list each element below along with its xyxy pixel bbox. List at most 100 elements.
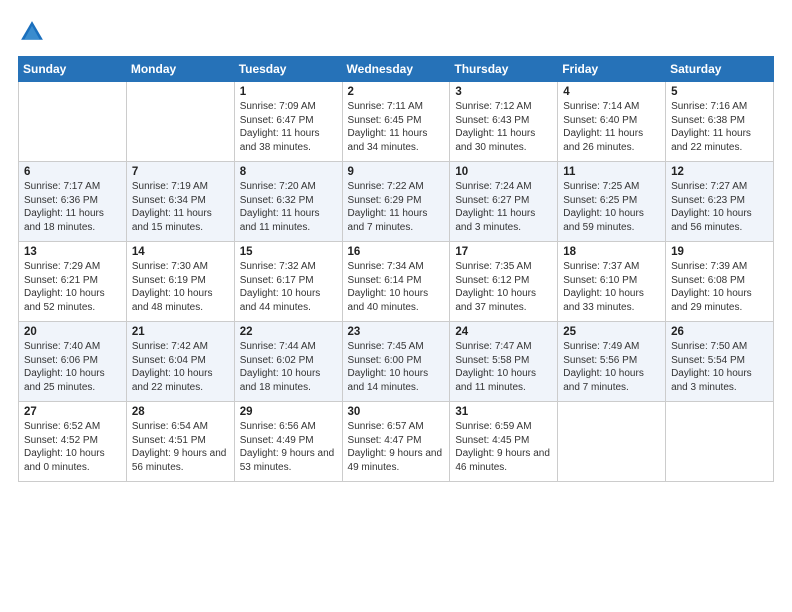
day-info: Sunrise: 7:14 AM Sunset: 6:40 PM Dayligh… [563, 100, 660, 154]
calendar-cell: 23 Sunrise: 7:45 AM Sunset: 6:00 PM Dayli… [342, 322, 450, 402]
day-info: Sunrise: 7:34 AM Sunset: 6:14 PM Dayligh… [348, 260, 445, 314]
day-info: Sunrise: 7:24 AM Sunset: 6:27 PM Dayligh… [455, 180, 552, 234]
day-number: 14 [132, 246, 229, 258]
day-info: Sunrise: 6:54 AM Sunset: 4:51 PM Dayligh… [132, 420, 229, 474]
calendar-cell: 9Sunrise: 7:22 AM Sunset: 6:29 PM Daylig… [342, 162, 450, 242]
day-info: Sunrise: 7:09 AM Sunset: 6:47 PM Dayligh… [240, 100, 337, 154]
day-number: 9 [348, 166, 445, 178]
calendar-cell: 24 Sunrise: 7:47 AM Sunset: 5:58 PM Dayli… [450, 322, 558, 402]
calendar-cell: 30 Sunrise: 6:57 AM Sunset: 4:47 PM Dayli… [342, 402, 450, 482]
calendar-cell: 11 Sunrise: 7:25 AM Sunset: 6:25 PM Dayli… [558, 162, 666, 242]
day-info: Sunrise: 7:44 AM Sunset: 6:02 PM Dayligh… [240, 340, 337, 394]
day-info: Sunrise: 7:40 AM Sunset: 6:06 PM Dayligh… [24, 340, 121, 394]
day-number: 8 [240, 166, 337, 178]
calendar-cell: 15 Sunrise: 7:32 AM Sunset: 6:17 PM Dayli… [234, 242, 342, 322]
day-number: 5 [671, 86, 768, 98]
calendar-cell: 14 Sunrise: 7:30 AM Sunset: 6:19 PM Dayli… [126, 242, 234, 322]
day-number: 20 [24, 326, 121, 338]
calendar-week-row: 6Sunrise: 7:17 AM Sunset: 6:36 PM Daylig… [19, 162, 774, 242]
day-info: Sunrise: 6:56 AM Sunset: 4:49 PM Dayligh… [240, 420, 337, 474]
calendar-cell: 10 Sunrise: 7:24 AM Sunset: 6:27 PM Dayli… [450, 162, 558, 242]
calendar-cell: 13 Sunrise: 7:29 AM Sunset: 6:21 PM Dayli… [19, 242, 127, 322]
calendar-cell: 12 Sunrise: 7:27 AM Sunset: 6:23 PM Dayli… [666, 162, 774, 242]
day-number: 25 [563, 326, 660, 338]
calendar-cell [558, 402, 666, 482]
logo-icon [18, 18, 46, 46]
day-number: 26 [671, 326, 768, 338]
day-number: 30 [348, 406, 445, 418]
day-number: 13 [24, 246, 121, 258]
day-info: Sunrise: 7:29 AM Sunset: 6:21 PM Dayligh… [24, 260, 121, 314]
weekday-header-friday: Friday [558, 57, 666, 82]
calendar-cell: 8 Sunrise: 7:20 AM Sunset: 6:32 PM Daylig… [234, 162, 342, 242]
day-info: Sunrise: 7:11 AM Sunset: 6:45 PM Dayligh… [348, 100, 445, 154]
day-info: Sunrise: 7:49 AM Sunset: 5:56 PM Dayligh… [563, 340, 660, 394]
calendar-week-row: 13 Sunrise: 7:29 AM Sunset: 6:21 PM Dayli… [19, 242, 774, 322]
calendar-cell: 6Sunrise: 7:17 AM Sunset: 6:36 PM Daylig… [19, 162, 127, 242]
day-number: 19 [671, 246, 768, 258]
day-info: Sunrise: 7:42 AM Sunset: 6:04 PM Dayligh… [132, 340, 229, 394]
calendar-cell: 21 Sunrise: 7:42 AM Sunset: 6:04 PM Dayli… [126, 322, 234, 402]
day-info: Sunrise: 6:59 AM Sunset: 4:45 PM Dayligh… [455, 420, 552, 474]
calendar-cell [126, 82, 234, 162]
calendar-cell: 1Sunrise: 7:09 AM Sunset: 6:47 PM Daylig… [234, 82, 342, 162]
day-number: 16 [348, 246, 445, 258]
calendar-cell: 31 Sunrise: 6:59 AM Sunset: 4:45 PM Dayli… [450, 402, 558, 482]
header [18, 18, 774, 46]
day-info: Sunrise: 7:39 AM Sunset: 6:08 PM Dayligh… [671, 260, 768, 314]
day-info: Sunrise: 7:37 AM Sunset: 6:10 PM Dayligh… [563, 260, 660, 314]
weekday-header-thursday: Thursday [450, 57, 558, 82]
calendar-cell: 22 Sunrise: 7:44 AM Sunset: 6:02 PM Dayli… [234, 322, 342, 402]
weekday-header-wednesday: Wednesday [342, 57, 450, 82]
calendar-week-row: 1Sunrise: 7:09 AM Sunset: 6:47 PM Daylig… [19, 82, 774, 162]
weekday-header-sunday: Sunday [19, 57, 127, 82]
calendar-cell: 5 Sunrise: 7:16 AM Sunset: 6:38 PM Daylig… [666, 82, 774, 162]
day-info: Sunrise: 7:30 AM Sunset: 6:19 PM Dayligh… [132, 260, 229, 314]
day-number: 3 [455, 86, 552, 98]
day-info: Sunrise: 7:32 AM Sunset: 6:17 PM Dayligh… [240, 260, 337, 314]
page: SundayMondayTuesdayWednesdayThursdayFrid… [0, 0, 792, 612]
calendar-week-row: 20 Sunrise: 7:40 AM Sunset: 6:06 PM Dayli… [19, 322, 774, 402]
calendar-week-row: 27Sunrise: 6:52 AM Sunset: 4:52 PM Dayli… [19, 402, 774, 482]
calendar-cell: 18Sunrise: 7:37 AM Sunset: 6:10 PM Dayli… [558, 242, 666, 322]
day-number: 27 [24, 406, 121, 418]
day-number: 31 [455, 406, 552, 418]
day-info: Sunrise: 7:17 AM Sunset: 6:36 PM Dayligh… [24, 180, 121, 234]
day-number: 10 [455, 166, 552, 178]
day-info: Sunrise: 7:20 AM Sunset: 6:32 PM Dayligh… [240, 180, 337, 234]
day-number: 12 [671, 166, 768, 178]
day-number: 28 [132, 406, 229, 418]
calendar-cell: 29 Sunrise: 6:56 AM Sunset: 4:49 PM Dayli… [234, 402, 342, 482]
day-number: 24 [455, 326, 552, 338]
day-number: 2 [348, 86, 445, 98]
weekday-header-monday: Monday [126, 57, 234, 82]
calendar-cell: 19 Sunrise: 7:39 AM Sunset: 6:08 PM Dayli… [666, 242, 774, 322]
day-info: Sunrise: 7:27 AM Sunset: 6:23 PM Dayligh… [671, 180, 768, 234]
calendar-cell: 26 Sunrise: 7:50 AM Sunset: 5:54 PM Dayli… [666, 322, 774, 402]
day-info: Sunrise: 7:45 AM Sunset: 6:00 PM Dayligh… [348, 340, 445, 394]
day-info: Sunrise: 7:19 AM Sunset: 6:34 PM Dayligh… [132, 180, 229, 234]
logo [18, 18, 50, 46]
day-info: Sunrise: 7:16 AM Sunset: 6:38 PM Dayligh… [671, 100, 768, 154]
calendar-table: SundayMondayTuesdayWednesdayThursdayFrid… [18, 56, 774, 482]
day-info: Sunrise: 7:25 AM Sunset: 6:25 PM Dayligh… [563, 180, 660, 234]
calendar-cell: 27Sunrise: 6:52 AM Sunset: 4:52 PM Dayli… [19, 402, 127, 482]
calendar-cell: 2 Sunrise: 7:11 AM Sunset: 6:45 PM Daylig… [342, 82, 450, 162]
weekday-header-saturday: Saturday [666, 57, 774, 82]
day-number: 7 [132, 166, 229, 178]
calendar-cell [19, 82, 127, 162]
calendar-cell: 20 Sunrise: 7:40 AM Sunset: 6:06 PM Dayli… [19, 322, 127, 402]
day-info: Sunrise: 7:47 AM Sunset: 5:58 PM Dayligh… [455, 340, 552, 394]
day-number: 21 [132, 326, 229, 338]
day-number: 22 [240, 326, 337, 338]
day-number: 23 [348, 326, 445, 338]
weekday-header-row: SundayMondayTuesdayWednesdayThursdayFrid… [19, 57, 774, 82]
day-info: Sunrise: 6:57 AM Sunset: 4:47 PM Dayligh… [348, 420, 445, 474]
day-number: 11 [563, 166, 660, 178]
calendar-cell: 16 Sunrise: 7:34 AM Sunset: 6:14 PM Dayli… [342, 242, 450, 322]
day-info: Sunrise: 7:12 AM Sunset: 6:43 PM Dayligh… [455, 100, 552, 154]
day-info: Sunrise: 7:50 AM Sunset: 5:54 PM Dayligh… [671, 340, 768, 394]
calendar-cell: 3 Sunrise: 7:12 AM Sunset: 6:43 PM Daylig… [450, 82, 558, 162]
day-number: 29 [240, 406, 337, 418]
day-number: 15 [240, 246, 337, 258]
